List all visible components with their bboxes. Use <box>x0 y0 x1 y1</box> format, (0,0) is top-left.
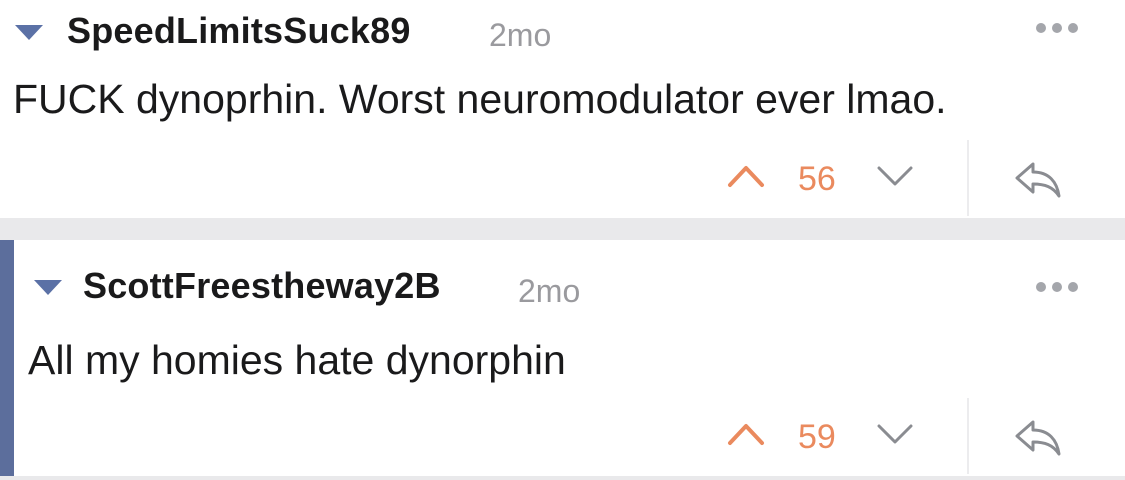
collapse-triangle-icon[interactable] <box>34 280 62 295</box>
action-divider <box>967 140 969 216</box>
comment-age: 2mo <box>489 17 552 53</box>
more-options-icon[interactable] <box>1036 23 1078 33</box>
comment-age: 2mo <box>518 273 581 309</box>
comment-body: All my homies hate dynorphin <box>28 337 566 383</box>
comment-body: FUCK dynoprhin. Worst neuromodulator eve… <box>13 76 947 122</box>
comment-thread: SpeedLimitsSuck89 2mo FUCK dynoprhin. Wo… <box>0 0 1125 480</box>
bottom-separator <box>0 476 1125 480</box>
collapse-triangle-icon[interactable] <box>15 25 43 40</box>
action-divider <box>967 398 969 474</box>
reply-icon[interactable] <box>1013 160 1063 205</box>
vote-score: 59 <box>798 418 836 456</box>
comment-username[interactable]: ScottFreestheway2B <box>83 265 441 307</box>
comment-username[interactable]: SpeedLimitsSuck89 <box>67 10 411 52</box>
upvote-icon[interactable] <box>726 160 766 195</box>
reply-icon[interactable] <box>1013 418 1063 463</box>
downvote-icon[interactable] <box>875 418 915 453</box>
downvote-icon[interactable] <box>875 160 915 195</box>
comment-actions: 59 <box>0 396 1125 476</box>
comment: SpeedLimitsSuck89 2mo FUCK dynoprhin. Wo… <box>0 0 1125 218</box>
comment-actions: 56 <box>0 138 1125 218</box>
vote-score: 56 <box>798 160 836 198</box>
more-options-icon[interactable] <box>1036 282 1078 292</box>
upvote-icon[interactable] <box>726 418 766 453</box>
comment-separator <box>0 218 1125 240</box>
comment-reply: ScottFreestheway2B 2mo All my homies hat… <box>0 240 1125 476</box>
